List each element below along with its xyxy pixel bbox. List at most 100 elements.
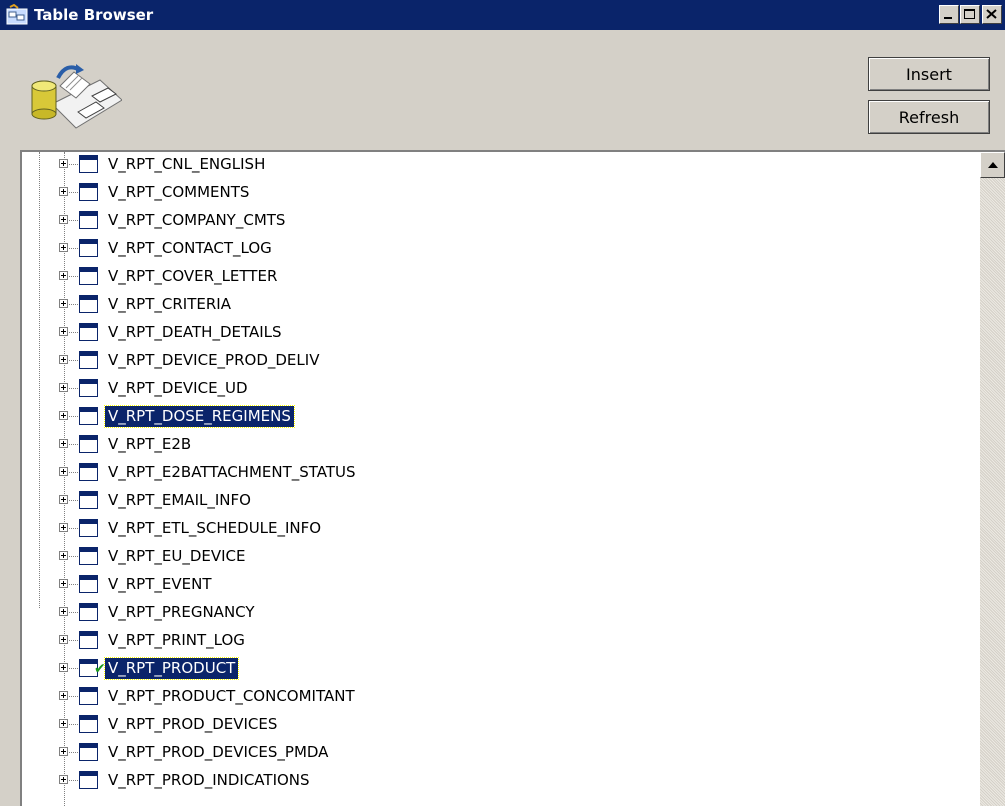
tree-item[interactable]: V_RPT_CRITERIA xyxy=(22,292,952,318)
tree-item[interactable]: V_RPT_E2B xyxy=(22,432,952,458)
tree-item-label[interactable]: V_RPT_E2B xyxy=(105,434,194,455)
tree-item[interactable]: V_RPT_DOSE_REGIMENS xyxy=(22,404,952,430)
tree-item-label[interactable]: V_RPT_ETL_SCHEDULE_INFO xyxy=(105,518,324,539)
table-icon xyxy=(79,239,98,257)
tree-item-label[interactable]: V_RPT_PRODUCT_CONCOMITANT xyxy=(105,686,358,707)
tree-item[interactable]: V_RPT_CNL_ENGLISH xyxy=(22,152,952,178)
tree-item[interactable]: V_RPT_PROD_INDICATIONS xyxy=(22,768,952,794)
tree-item[interactable]: V_RPT_EU_DEVICE xyxy=(22,544,952,570)
expand-plus-icon[interactable] xyxy=(59,467,68,476)
expand-plus-icon[interactable] xyxy=(59,663,68,672)
tree-item-label[interactable]: V_RPT_COMPANY_CMTS xyxy=(105,210,288,231)
expand-plus-icon[interactable] xyxy=(59,747,68,756)
tree-item[interactable]: V_RPT_EMAIL_INFO xyxy=(22,488,952,514)
tree-connector xyxy=(69,388,78,389)
tree-item[interactable]: V_RPT_EVENT xyxy=(22,572,952,598)
tree-item[interactable]: V_RPT_PROD_DEVICES_PMDA xyxy=(22,740,952,766)
expand-plus-icon[interactable] xyxy=(59,243,68,252)
expand-plus-icon[interactable] xyxy=(59,439,68,448)
expand-plus-icon[interactable] xyxy=(59,607,68,616)
insert-button[interactable]: Insert xyxy=(868,57,990,91)
table-icon xyxy=(79,463,98,481)
tree-item[interactable]: V_RPT_DEATH_DETAILS xyxy=(22,320,952,346)
table-icon xyxy=(79,295,98,313)
table-icon xyxy=(79,743,98,761)
table-icon xyxy=(79,715,98,733)
vertical-scrollbar[interactable] xyxy=(980,152,1005,806)
maximize-button[interactable] xyxy=(960,5,980,24)
expand-plus-icon[interactable] xyxy=(59,495,68,504)
expand-plus-icon[interactable] xyxy=(59,719,68,728)
tree-item-label[interactable]: V_RPT_COMMENTS xyxy=(105,182,252,203)
tree-item-label[interactable]: V_RPT_DEATH_DETAILS xyxy=(105,322,285,343)
expand-plus-icon[interactable] xyxy=(59,327,68,336)
tree-connector xyxy=(69,500,78,501)
table-icon xyxy=(79,407,98,425)
tree-item-label[interactable]: V_RPT_CNL_ENGLISH xyxy=(105,154,268,175)
tree-item-label[interactable]: V_RPT_PRODUCT xyxy=(103,657,240,680)
table-icon xyxy=(79,211,98,229)
tree-connector xyxy=(69,724,78,725)
maximize-icon xyxy=(964,9,975,19)
tree-item-label[interactable]: V_RPT_EVENT xyxy=(105,574,215,595)
tree-item-label[interactable]: V_RPT_PREGNANCY xyxy=(105,602,258,623)
tree-item[interactable]: V_RPT_PREGNANCY xyxy=(22,600,952,626)
tree-item-label[interactable]: V_RPT_PROD_INDICATIONS xyxy=(105,770,313,791)
tree-item-label[interactable]: V_RPT_PRINT_LOG xyxy=(105,630,248,651)
expand-plus-icon[interactable] xyxy=(59,691,68,700)
table-browser-app-icon xyxy=(6,4,28,25)
tree-connector xyxy=(69,696,78,697)
table-icon xyxy=(79,491,98,509)
tree-item-label[interactable]: V_RPT_CONTACT_LOG xyxy=(105,238,275,259)
tree-item[interactable]: V_RPT_E2BATTACHMENT_STATUS xyxy=(22,460,952,486)
tree-connector xyxy=(69,220,78,221)
expand-plus-icon[interactable] xyxy=(59,271,68,280)
close-button[interactable] xyxy=(982,5,1002,24)
tree-item[interactable]: V_RPT_ETL_SCHEDULE_INFO xyxy=(22,516,952,542)
expand-plus-icon[interactable] xyxy=(59,215,68,224)
table-icon xyxy=(79,631,98,649)
expand-plus-icon[interactable] xyxy=(59,383,68,392)
expand-plus-icon[interactable] xyxy=(59,411,68,420)
expand-plus-icon[interactable] xyxy=(59,775,68,784)
tree-item-label[interactable]: V_RPT_EMAIL_INFO xyxy=(105,490,254,511)
expand-plus-icon[interactable] xyxy=(59,159,68,168)
tree-item[interactable]: V_RPT_DEVICE_UD xyxy=(22,376,952,402)
tree-item-label[interactable]: V_RPT_COVER_LETTER xyxy=(105,266,280,287)
expand-plus-icon[interactable] xyxy=(59,635,68,644)
expand-plus-icon[interactable] xyxy=(59,299,68,308)
tree-item[interactable]: V_RPT_PRINT_LOG xyxy=(22,628,952,654)
expand-plus-icon[interactable] xyxy=(59,187,68,196)
tree-item-label[interactable]: V_RPT_PROD_DEVICES xyxy=(105,714,280,735)
tree-connector xyxy=(69,164,78,165)
table-icon xyxy=(79,267,98,285)
refresh-button[interactable]: Refresh xyxy=(868,100,990,134)
tree-connector xyxy=(69,556,78,557)
expand-plus-icon[interactable] xyxy=(59,523,68,532)
tree-item[interactable]: V_RPT_COMMENTS xyxy=(22,180,952,206)
scroll-up-button[interactable] xyxy=(980,152,1005,178)
table-tree-view[interactable]: V_RPT_CNL_ENGLISH V_RPT_COMMENTS V_RPT_COM… xyxy=(20,150,1005,806)
tree-item[interactable]: V_RPT_PROD_DEVICES xyxy=(22,712,952,738)
window-title: Table Browser xyxy=(34,6,154,24)
tree-item[interactable]: V_RPT_DEVICE_PROD_DELIV xyxy=(22,348,952,374)
tree-item[interactable]: V_RPT_PRODUCT_CONCOMITANT xyxy=(22,684,952,710)
tree-item-label[interactable]: V_RPT_PROD_DEVICES_PMDA xyxy=(105,742,331,763)
tree-item[interactable]: V_RPT_COMPANY_CMTS xyxy=(22,208,952,234)
expand-plus-icon[interactable] xyxy=(59,579,68,588)
tree-item[interactable]: V_RPT_COVER_LETTER xyxy=(22,264,952,290)
tree-item-label[interactable]: V_RPT_DEVICE_PROD_DELIV xyxy=(105,350,322,371)
tree-item-label[interactable]: V_RPT_EU_DEVICE xyxy=(105,546,249,567)
tree-item-label[interactable]: V_RPT_DEVICE_UD xyxy=(105,378,251,399)
tree-item[interactable]: V_RPT_CONTACT_LOG xyxy=(22,236,952,262)
tree-item-label[interactable]: V_RPT_DOSE_REGIMENS xyxy=(104,405,295,428)
expand-plus-icon[interactable] xyxy=(59,355,68,364)
tree-connector xyxy=(69,360,78,361)
table-icon xyxy=(79,155,98,173)
tree-item-label[interactable]: V_RPT_E2BATTACHMENT_STATUS xyxy=(105,462,359,483)
expand-plus-icon[interactable] xyxy=(59,551,68,560)
tree-item-label[interactable]: V_RPT_CRITERIA xyxy=(105,294,234,315)
minimize-button[interactable] xyxy=(939,5,959,24)
tree-item[interactable]: ✔ V_RPT_PRODUCT xyxy=(22,656,952,682)
table-icon xyxy=(79,687,98,705)
